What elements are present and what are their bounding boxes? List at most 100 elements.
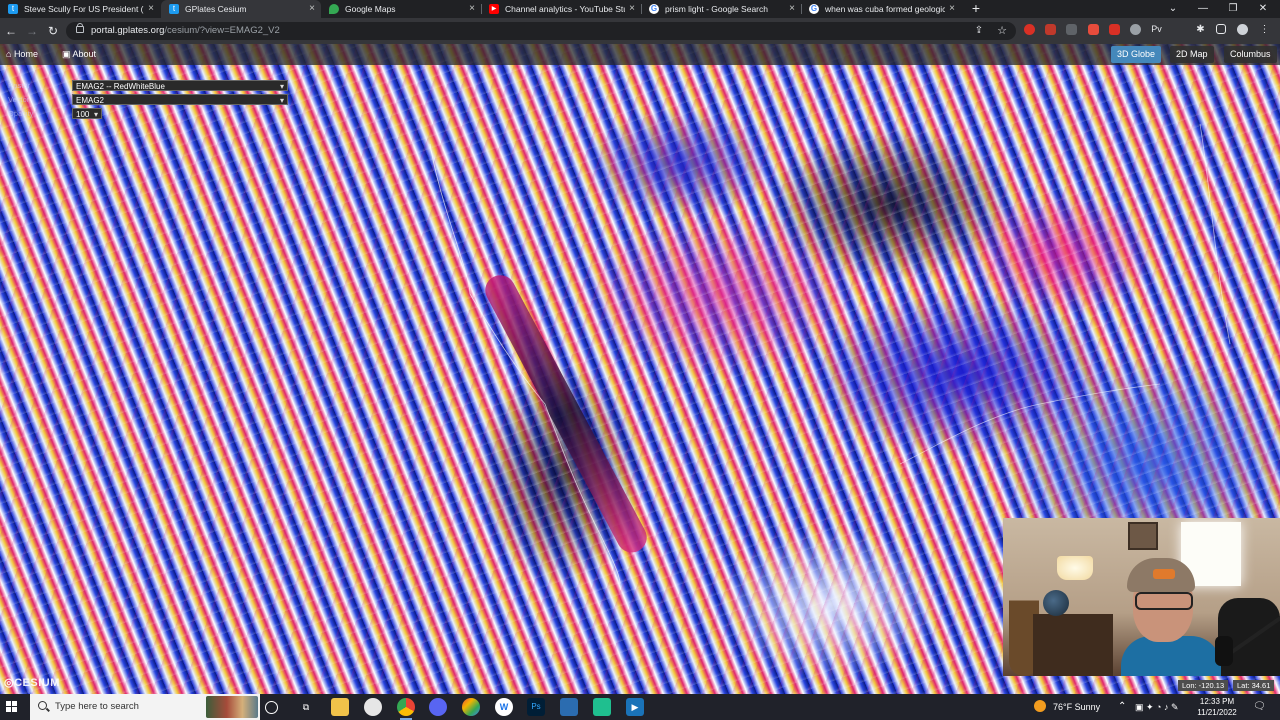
app-icon[interactable]	[364, 698, 382, 716]
mode-3d-globe-button[interactable]: 3D Globe	[1111, 46, 1162, 63]
extension-icon[interactable]	[1066, 24, 1077, 35]
tab-title: prism light - Google Search	[665, 4, 768, 14]
clock-date: 11/21/2022	[1197, 708, 1237, 717]
opacity-label: Opacity	[8, 109, 34, 118]
desk-globe	[1043, 590, 1069, 616]
browser-tab[interactable]: G prism light - Google Search ×	[641, 0, 801, 18]
side-table	[1033, 614, 1113, 676]
search-placeholder: Type here to search	[55, 701, 139, 712]
tab-title: Google Maps	[345, 4, 396, 14]
browser-toolbar: ← → ↻ portal.gplates.org/cesium/?view=EM…	[0, 18, 1280, 44]
browser-tab-active[interactable]: t GPlates Cesium ×	[161, 0, 321, 18]
home-button[interactable]: ⌂ Home	[6, 46, 38, 63]
app-icon[interactable]: W	[495, 698, 513, 716]
earth-icon[interactable]	[462, 698, 480, 716]
close-icon[interactable]: ×	[789, 0, 795, 18]
tab-strip: t Steve Scully For US President (@ × t G…	[0, 0, 1280, 18]
new-tab-button[interactable]: +	[969, 0, 983, 18]
opacity-select[interactable]: 100	[72, 108, 102, 120]
home-label: Home	[13, 49, 38, 59]
twitter-icon: t	[8, 4, 18, 14]
url-text: portal.gplates.org/cesium/?view=EMAG2_V2	[91, 22, 280, 40]
url-path: /cesium/?view=EMAG2_V2	[164, 25, 280, 36]
windows-start-icon[interactable]	[6, 701, 18, 713]
close-icon[interactable]: ×	[949, 0, 955, 18]
mode-columbus-button[interactable]: Columbus	[1224, 46, 1277, 63]
extension-icon[interactable]: Pv	[1151, 24, 1162, 35]
extension-icon[interactable]	[1045, 24, 1056, 35]
weather-text[interactable]: 76°F Sunny	[1053, 694, 1100, 720]
close-icon[interactable]: ×	[469, 0, 475, 18]
latitude-readout: Lat: 34.61	[1233, 680, 1275, 691]
about-button[interactable]: ▣ About	[62, 46, 96, 63]
dataset-select[interactable]: EMAG2	[72, 94, 288, 106]
task-view-icon[interactable]: ⧉	[297, 698, 315, 716]
tab-search-chevron-icon[interactable]: ⌄	[1158, 0, 1188, 18]
mode-2d-map-button[interactable]: 2D Map	[1170, 46, 1214, 63]
discord-icon[interactable]	[429, 698, 447, 716]
clock-time: 12:33 PM	[1199, 697, 1235, 706]
browser-tab[interactable]: t Steve Scully For US President (@ ×	[0, 0, 160, 18]
file-explorer-icon[interactable]	[331, 698, 349, 716]
tray-chevron-icon[interactable]: ⌃	[1118, 694, 1126, 720]
streamer-cap	[1127, 558, 1195, 592]
share-icon[interactable]: ⇪	[971, 23, 987, 39]
tab-title: Steve Scully For US President (@	[24, 4, 144, 14]
microphone	[1203, 578, 1280, 676]
app-icon[interactable]	[593, 698, 611, 716]
extension-icon[interactable]	[1024, 24, 1035, 35]
extension-icon[interactable]	[1109, 24, 1120, 35]
map-toolbar: ⌂ Home ▣ About	[0, 44, 1280, 65]
lock-icon	[76, 23, 84, 33]
streamer	[1121, 554, 1221, 676]
chrome-icon[interactable]	[397, 698, 415, 720]
back-arrow-icon[interactable]: ←	[3, 23, 19, 39]
youtube-icon: ▶	[489, 4, 499, 14]
search-icon	[38, 701, 47, 710]
close-icon[interactable]: ×	[309, 0, 315, 18]
browser-tab[interactable]: G when was cuba formed geologic ×	[801, 0, 961, 18]
raster-layer-select[interactable]: EMAG2 -- RedWhiteBlue	[72, 80, 288, 92]
about-label: About	[72, 49, 97, 59]
close-icon[interactable]: ×	[148, 0, 154, 18]
cesium-logo: ◎CESIUM	[4, 677, 60, 689]
minimize-button[interactable]: —	[1188, 0, 1218, 18]
cap-logo	[1153, 569, 1175, 579]
side-panel-icon[interactable]	[1216, 24, 1226, 34]
close-window-button[interactable]: ✕	[1248, 0, 1278, 18]
bookmark-star-icon[interactable]: ☆	[994, 23, 1010, 39]
forward-arrow-icon[interactable]: →	[24, 23, 40, 39]
photoshop-icon[interactable]: Ps	[527, 698, 545, 716]
app-icon[interactable]: ▶	[626, 698, 644, 716]
puzzle-icon[interactable]: ✱	[1195, 24, 1206, 35]
browser-tab[interactable]: Google Maps ×	[321, 0, 481, 18]
browser-tab[interactable]: ▶ Channel analytics - YouTube Stu ×	[481, 0, 641, 18]
tab-title: Channel analytics - YouTube Stu	[505, 4, 625, 14]
close-icon[interactable]: ×	[629, 0, 635, 18]
tab-title: GPlates Cesium	[185, 4, 247, 14]
vector-label: Vector	[8, 95, 30, 104]
app-icon[interactable]	[560, 698, 578, 716]
menu-kebab-icon[interactable]: ⋮	[1259, 24, 1270, 35]
weather-sun-icon	[1034, 700, 1046, 712]
google-icon: G	[649, 4, 659, 14]
tray-icons[interactable]: ▣ ✦ ◔ ♪ ✎	[1135, 694, 1179, 720]
map-pin-icon	[329, 4, 339, 14]
maximize-button[interactable]: ❐	[1218, 0, 1248, 18]
taskbar-search-box[interactable]: Type here to search	[30, 694, 260, 720]
tab-title: when was cuba formed geologic	[825, 4, 945, 14]
avatar[interactable]	[1237, 24, 1248, 35]
extension-icon[interactable]	[1088, 24, 1099, 35]
taskbar-clock[interactable]: 12:33 PM 11/21/2022	[1196, 696, 1238, 718]
longitude-readout: Lon: -120.13	[1178, 680, 1229, 691]
raster-label: Raster	[8, 81, 31, 90]
url-host: portal.gplates.org	[91, 25, 165, 36]
google-icon: G	[809, 4, 819, 14]
reload-icon[interactable]: ↻	[45, 23, 61, 39]
cortana-icon[interactable]	[265, 701, 278, 714]
notification-icon[interactable]: 🗨	[1253, 694, 1266, 720]
extension-icon[interactable]	[1130, 24, 1141, 35]
address-bar[interactable]: portal.gplates.org/cesium/?view=EMAG2_V2…	[66, 22, 1016, 40]
cesium-logo-text: CESIUM	[14, 677, 60, 689]
picture-frame	[1128, 522, 1158, 550]
